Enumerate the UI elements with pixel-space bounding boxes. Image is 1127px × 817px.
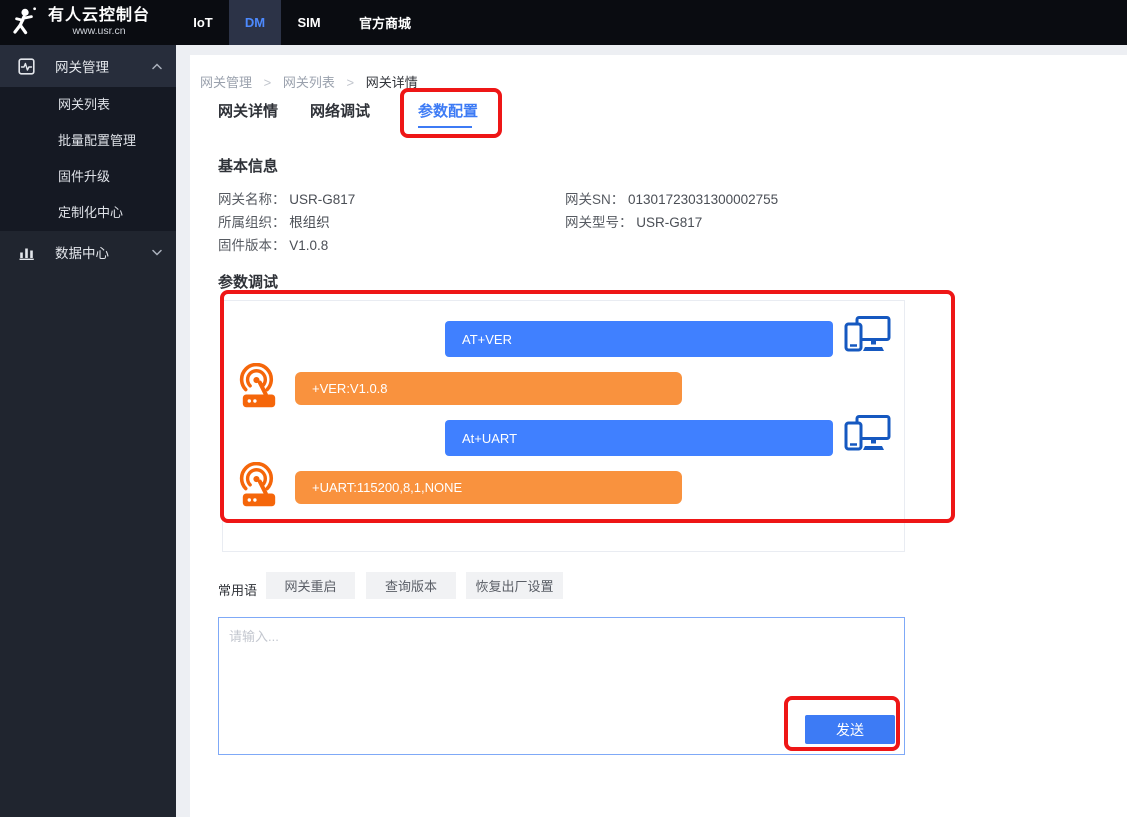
command-input[interactable]: [218, 617, 905, 755]
sidebar-submenu: 网关列表 批量配置管理 固件升级 定制化中心: [0, 87, 176, 231]
basic-info-title: 基本信息: [218, 155, 278, 176]
nav-item-sim[interactable]: SIM: [281, 0, 337, 45]
param-debug-title: 参数调试: [218, 271, 278, 292]
sent-message-bubble: At+UART: [445, 420, 833, 456]
content-area: 网关管理 > 网关列表 > 网关详情 网关详情 网络调试 参数配置 基本信息 网…: [176, 45, 1127, 817]
sent-message-bubble: AT+VER: [445, 321, 833, 357]
top-header: 有人云控制台 www.usr.cn IoT DM SIM 官方商城: [0, 0, 1127, 45]
breadcrumb-separator: >: [347, 75, 355, 90]
info-value: 根组织: [289, 215, 330, 230]
active-tab-underline: [418, 126, 472, 128]
info-value: USR-G817: [636, 215, 702, 230]
debug-conversation-panel: AT+VER: [222, 300, 905, 552]
info-organization: 所属组织： 根组织: [218, 211, 330, 231]
tab-network-debug[interactable]: 网络调试: [310, 100, 370, 121]
devices-icon: [844, 415, 892, 457]
sidebar-group-label: 数据中心: [55, 242, 152, 262]
sidebar-group-gateway-management[interactable]: 网关管理: [0, 45, 176, 87]
content-card: 网关管理 > 网关列表 > 网关详情 网关详情 网络调试 参数配置 基本信息 网…: [190, 55, 1127, 817]
sidebar-item-firmware-upgrade[interactable]: 固件升级: [0, 159, 176, 195]
sidebar-item-gateway-list[interactable]: 网关列表: [0, 87, 176, 123]
quick-button-gateway-restart[interactable]: 网关重启: [266, 572, 355, 599]
info-gateway-sn: 网关SN： 01301723031300002755: [565, 188, 778, 208]
info-value: V1.0.8: [289, 238, 328, 253]
received-message-bubble: +VER:V1.0.8: [295, 372, 682, 405]
breadcrumb: 网关管理 > 网关列表 > 网关详情: [200, 72, 418, 91]
router-icon: [238, 363, 280, 409]
usr-cloud-console: 有人云控制台 www.usr.cn IoT DM SIM 官方商城 网关管理 网…: [0, 0, 1127, 817]
chevron-up-icon: [152, 63, 162, 70]
breadcrumb-gateway-detail: 网关详情: [366, 75, 418, 90]
devices-icon: [844, 316, 892, 358]
gateway-monitor-icon: [18, 58, 35, 75]
breadcrumb-separator: >: [264, 75, 272, 90]
quick-button-factory-reset[interactable]: 恢复出厂设置: [466, 572, 563, 599]
info-value: 01301723031300002755: [628, 192, 778, 207]
sidebar-item-customization-center[interactable]: 定制化中心: [0, 195, 176, 231]
info-firmware-version: 固件版本： V1.0.8: [218, 234, 328, 254]
tab-gateway-detail[interactable]: 网关详情: [218, 100, 278, 121]
sidebar-item-batch-config[interactable]: 批量配置管理: [0, 123, 176, 159]
nav-item-dm[interactable]: DM: [229, 0, 281, 45]
nav-item-iot[interactable]: IoT: [177, 0, 229, 45]
quick-phrases-label: 常用语: [218, 580, 257, 599]
nav-item-official-mall[interactable]: 官方商城: [337, 0, 433, 45]
chevron-down-icon: [152, 249, 162, 256]
router-icon: [238, 462, 280, 508]
brand[interactable]: 有人云控制台 www.usr.cn: [8, 0, 150, 45]
info-gateway-name: 网关名称： USR-G817: [218, 188, 355, 208]
bar-chart-icon: [18, 244, 35, 261]
received-message-bubble: +UART:115200,8,1,NONE: [295, 471, 682, 504]
app-title: 有人云控制台: [48, 7, 150, 25]
quick-button-query-version[interactable]: 查询版本: [366, 572, 456, 599]
usr-person-logo-icon: [8, 6, 40, 40]
sidebar: 网关管理 网关列表 批量配置管理 固件升级 定制化中心 数据中心: [0, 45, 176, 817]
app-subtitle: www.usr.cn: [72, 26, 125, 38]
sidebar-group-data-center[interactable]: 数据中心: [0, 231, 176, 273]
breadcrumb-gateway-list[interactable]: 网关列表: [283, 75, 335, 90]
breadcrumb-gateway-management[interactable]: 网关管理: [200, 75, 252, 90]
send-button[interactable]: 发送: [805, 715, 895, 744]
top-nav: IoT DM SIM 官方商城: [177, 0, 433, 45]
sidebar-group-label: 网关管理: [55, 56, 152, 76]
tab-param-config[interactable]: 参数配置: [418, 100, 478, 121]
info-gateway-model: 网关型号： USR-G817: [565, 211, 702, 231]
info-value: USR-G817: [289, 192, 355, 207]
